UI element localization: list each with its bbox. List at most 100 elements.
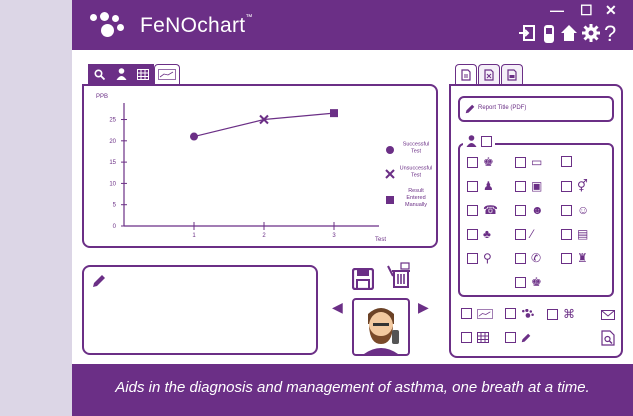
include-table-option[interactable] [461, 332, 489, 343]
legend-label: Test [411, 173, 422, 179]
location-pin-icon: ⚲ [483, 251, 492, 265]
pdf-report-tab[interactable] [455, 64, 477, 84]
x-tick-label: 2 [262, 233, 266, 239]
patient-fields-header [463, 135, 495, 147]
logout-icon[interactable] [518, 24, 536, 48]
print-tab[interactable] [501, 64, 523, 84]
table-icon [477, 332, 489, 343]
save-icon[interactable] [352, 268, 374, 290]
avatar [364, 308, 399, 354]
contact-icon: ♣ [483, 227, 491, 241]
field-physician[interactable]: ♚ [467, 156, 494, 168]
email-icon[interactable] [601, 307, 615, 325]
background-strip [0, 0, 72, 416]
pencil-icon [465, 104, 475, 114]
home-icon[interactable] [560, 24, 578, 48]
gear-icon[interactable] [582, 24, 600, 48]
close-button[interactable]: ✕ [605, 2, 617, 19]
report-title-field[interactable]: Report Title (PDF) [458, 96, 614, 122]
fenochart-plot: PPBTest05101520251 2 3SuccessfulTestUnsucc… [96, 94, 433, 243]
notes-panel[interactable] [82, 265, 318, 355]
include-device-option[interactable]: ⌘ [547, 308, 575, 320]
logo-icon [522, 308, 534, 318]
cigarette-icon: ⁄ [531, 227, 534, 241]
field-blank[interactable] [561, 156, 572, 167]
include-notes-option[interactable] [505, 332, 531, 343]
y-tick-label: 15 [109, 160, 116, 166]
preview-icon[interactable] [601, 330, 615, 351]
chart-thumbnail-icon [158, 69, 176, 80]
x-tick-label: 1 [192, 233, 196, 239]
report-title-placeholder: Report Title (PDF) [478, 105, 527, 111]
series-line [193, 112, 335, 138]
legend-label: Successful [403, 142, 430, 148]
user-icon [466, 135, 477, 147]
id-card-icon: ▭ [531, 155, 543, 169]
minimize-button[interactable]: — [550, 2, 564, 18]
gender-icon: ⚥ [577, 179, 588, 193]
next-button[interactable]: ▶ [418, 299, 429, 316]
select-all-checkbox[interactable] [481, 135, 492, 147]
y-tick-label: 20 [109, 139, 116, 145]
field-clipboard[interactable]: ▤ [561, 228, 588, 240]
include-chart-option[interactable] [461, 308, 493, 319]
chart-tab[interactable] [154, 64, 180, 84]
device-icon: ⌘ [563, 307, 575, 321]
tagline-footer: Aids in the diagnosis and management of … [72, 364, 633, 416]
table-icon [137, 68, 149, 80]
help-button[interactable]: ? [604, 21, 616, 47]
field-height[interactable]: ♜ [561, 252, 588, 264]
data-point-1 [190, 132, 198, 141]
field-phone[interactable]: ☎ [467, 204, 498, 216]
legend-label: Result [408, 188, 424, 194]
doctor-icon: ♚ [483, 155, 494, 169]
avatar-panel[interactable] [352, 298, 410, 356]
y-tick-label: 10 [109, 181, 116, 187]
field-gender[interactable]: ⚥ [561, 180, 588, 192]
field-callback[interactable]: ✆ [515, 252, 541, 264]
delete-icon[interactable] [387, 262, 411, 288]
field-smoking[interactable]: ⁄ [515, 228, 533, 240]
field-group[interactable]: ☻ [515, 204, 544, 216]
device-icon[interactable] [542, 24, 556, 50]
excel-icon [484, 68, 494, 81]
field-patient[interactable]: ♟ [467, 180, 494, 192]
previous-button[interactable]: ◀ [332, 299, 343, 316]
y-tick-label: 25 [109, 118, 116, 124]
person-icon: ♟ [483, 179, 494, 193]
logo-icon [90, 12, 130, 40]
chart-thumbnail-icon [477, 308, 493, 319]
field-birthday[interactable]: ▣ [515, 180, 542, 192]
include-logo-option[interactable] [505, 308, 537, 319]
x-tick-label: 3 [332, 233, 336, 239]
field-contact[interactable]: ♣ [467, 228, 491, 240]
gift-icon: ▣ [531, 179, 543, 193]
legend-marker-circle [386, 146, 394, 154]
field-location[interactable]: ⚲ [467, 252, 492, 264]
x-axis-label: Test [375, 237, 386, 243]
print-document-icon [507, 68, 517, 81]
operator-icon: ♚ [531, 275, 542, 289]
patient-tab[interactable] [110, 64, 132, 84]
chart-tabs [88, 64, 181, 84]
brand-name: FeNOchart™ [140, 14, 253, 37]
user-icon [116, 68, 126, 80]
legend-label: Unsuccessful [400, 166, 433, 172]
phone-icon: ☎ [483, 203, 498, 217]
group-icon: ☻ [531, 203, 544, 217]
excel-tab[interactable] [478, 64, 500, 84]
document-icon [461, 68, 471, 81]
pencil-icon [93, 275, 105, 287]
field-asthma[interactable]: ☺ [561, 204, 589, 216]
y-tick-label: 0 [113, 224, 117, 230]
table-tab[interactable] [132, 64, 154, 84]
app-window: FeNOchart™ — ☐ ✕ ? PPB Test 0 5 10 15 20… [72, 0, 633, 416]
search-tab[interactable] [88, 64, 110, 84]
maximize-button[interactable]: ☐ [580, 2, 593, 19]
legend-label: Manually [405, 202, 427, 208]
legend-marker-square [386, 196, 394, 204]
chart-panel: PPB Test 0 5 10 15 20 25 1 2 3 Successful Test Unsucc… [82, 84, 438, 248]
face-icon: ☺ [577, 203, 590, 217]
field-operator[interactable]: ♚ [515, 276, 542, 288]
field-id-card[interactable]: ▭ [515, 156, 542, 168]
